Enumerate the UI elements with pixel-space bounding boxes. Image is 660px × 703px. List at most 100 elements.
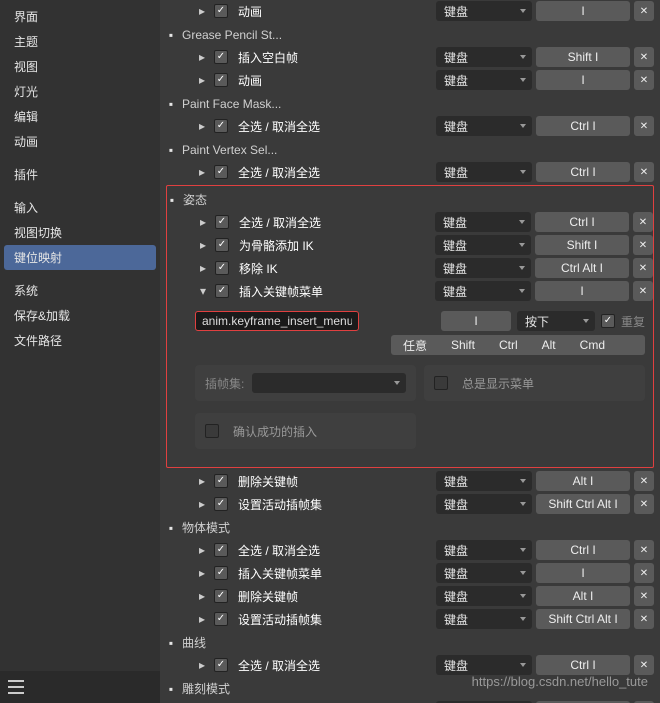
checkbox[interactable]: [214, 474, 228, 488]
expand-icon[interactable]: ▸: [194, 543, 210, 557]
remove-button[interactable]: [634, 586, 654, 606]
sidebar-item-keymap[interactable]: 键位映射: [4, 245, 156, 270]
remove-button[interactable]: [634, 70, 654, 90]
checkbox[interactable]: [214, 589, 228, 603]
remove-button[interactable]: [634, 47, 654, 67]
mod-any[interactable]: 任意: [391, 335, 439, 355]
remove-button[interactable]: [634, 540, 654, 560]
checkbox[interactable]: [215, 238, 229, 252]
remove-button[interactable]: [633, 235, 653, 255]
expand-icon[interactable]: ▸: [194, 612, 210, 626]
remove-button[interactable]: [633, 258, 653, 278]
event-type-select[interactable]: 键盘: [436, 162, 532, 182]
checkbox[interactable]: [215, 261, 229, 275]
always-show-checkbox[interactable]: [434, 376, 448, 390]
repeat-checkbox[interactable]: [601, 314, 615, 328]
sidebar-item-save-load[interactable]: 保存&加载: [4, 303, 156, 328]
mod-alt[interactable]: Alt: [530, 335, 568, 355]
expand-icon[interactable]: ▸: [195, 238, 211, 252]
expand-icon[interactable]: ▸: [195, 261, 211, 275]
checkbox[interactable]: [214, 119, 228, 133]
remove-button[interactable]: [634, 1, 654, 21]
remove-button[interactable]: [634, 655, 654, 675]
remove-button[interactable]: [633, 281, 653, 301]
mod-ctrl[interactable]: Ctrl: [487, 335, 530, 355]
mod-cmd[interactable]: Cmd: [568, 335, 617, 355]
remove-button[interactable]: [634, 494, 654, 514]
shortcut-button[interactable]: Shift Ctrl Alt I: [536, 494, 630, 514]
checkbox[interactable]: [214, 566, 228, 580]
sidebar-item-interface[interactable]: 界面: [4, 4, 156, 29]
shortcut-button[interactable]: Shift I: [536, 47, 630, 67]
event-type-select[interactable]: 键盘: [436, 586, 532, 606]
expand-icon[interactable]: ▸: [194, 4, 210, 18]
event-type-select[interactable]: 键盘: [436, 70, 532, 90]
checkbox[interactable]: [214, 50, 228, 64]
sidebar-item-animation[interactable]: 动画: [4, 129, 156, 154]
event-type-select[interactable]: 键盘: [435, 235, 531, 255]
expand-icon[interactable]: ▸: [194, 50, 210, 64]
checkbox[interactable]: [214, 612, 228, 626]
sidebar-item-system[interactable]: 系统: [4, 278, 156, 303]
shortcut-button[interactable]: Ctrl I: [536, 162, 630, 182]
event-type-select[interactable]: 键盘: [436, 563, 532, 583]
event-type-select[interactable]: 键盘: [436, 609, 532, 629]
checkbox[interactable]: [215, 284, 229, 298]
keyset-select[interactable]: [252, 373, 406, 393]
event-type-select[interactable]: 键盘: [436, 1, 532, 21]
remove-button[interactable]: [633, 212, 653, 232]
shortcut-button[interactable]: I: [536, 70, 630, 90]
event-type-select[interactable]: 键盘: [436, 116, 532, 136]
checkbox[interactable]: [214, 165, 228, 179]
expand-icon[interactable]: ▸: [194, 73, 210, 87]
shortcut-button[interactable]: I: [536, 563, 630, 583]
event-type-select[interactable]: 键盘: [435, 258, 531, 278]
sidebar-item-lights[interactable]: 灯光: [4, 79, 156, 104]
expand-icon[interactable]: ▸: [194, 658, 210, 672]
sidebar-item-input[interactable]: 输入: [4, 195, 156, 220]
event-type-select[interactable]: 键盘: [435, 281, 531, 301]
remove-button[interactable]: [634, 162, 654, 182]
sidebar-item-addons[interactable]: 插件: [4, 162, 156, 187]
sidebar-item-themes[interactable]: 主题: [4, 29, 156, 54]
checkbox[interactable]: [215, 215, 229, 229]
event-type-select[interactable]: 键盘: [436, 494, 532, 514]
shortcut-button[interactable]: Shift I: [535, 235, 629, 255]
expand-icon[interactable]: ▸: [194, 566, 210, 580]
mod-shift[interactable]: Shift: [439, 335, 487, 355]
mod-extra[interactable]: [617, 335, 645, 355]
checkbox[interactable]: [214, 73, 228, 87]
press-mode-select[interactable]: 按下: [517, 311, 595, 331]
remove-button[interactable]: [634, 116, 654, 136]
shortcut-button[interactable]: Ctrl I: [535, 212, 629, 232]
expand-icon[interactable]: ▸: [194, 119, 210, 133]
remove-button[interactable]: [634, 609, 654, 629]
remove-button[interactable]: [634, 563, 654, 583]
expand-icon[interactable]: ▸: [194, 165, 210, 179]
checkbox[interactable]: [214, 497, 228, 511]
event-type-select[interactable]: 键盘: [436, 47, 532, 67]
hamburger-icon[interactable]: [8, 680, 24, 694]
shortcut-button[interactable]: Alt I: [536, 471, 630, 491]
collapse-icon[interactable]: ▾: [195, 284, 211, 298]
event-type-select[interactable]: 键盘: [435, 212, 531, 232]
expand-icon[interactable]: ▸: [194, 474, 210, 488]
sidebar-item-file-paths[interactable]: 文件路径: [4, 328, 156, 353]
expand-icon[interactable]: ▸: [194, 497, 210, 511]
event-type-select[interactable]: 键盘: [436, 540, 532, 560]
checkbox[interactable]: [214, 543, 228, 557]
shortcut-button[interactable]: I: [535, 281, 629, 301]
operator-input[interactable]: [195, 311, 359, 331]
confirm-checkbox[interactable]: [205, 424, 219, 438]
shortcut-button[interactable]: Ctrl I: [536, 116, 630, 136]
shortcut-button[interactable]: Shift Ctrl Alt I: [536, 609, 630, 629]
shortcut-button[interactable]: I: [536, 1, 630, 21]
expand-icon[interactable]: ▸: [195, 215, 211, 229]
checkbox[interactable]: [214, 4, 228, 18]
remove-button[interactable]: [634, 471, 654, 491]
shortcut-button[interactable]: Alt I: [536, 586, 630, 606]
shortcut-button[interactable]: Ctrl I: [536, 540, 630, 560]
sidebar-item-navigation[interactable]: 视图切换: [4, 220, 156, 245]
event-type-select[interactable]: 键盘: [436, 655, 532, 675]
sidebar-item-editing[interactable]: 编辑: [4, 104, 156, 129]
